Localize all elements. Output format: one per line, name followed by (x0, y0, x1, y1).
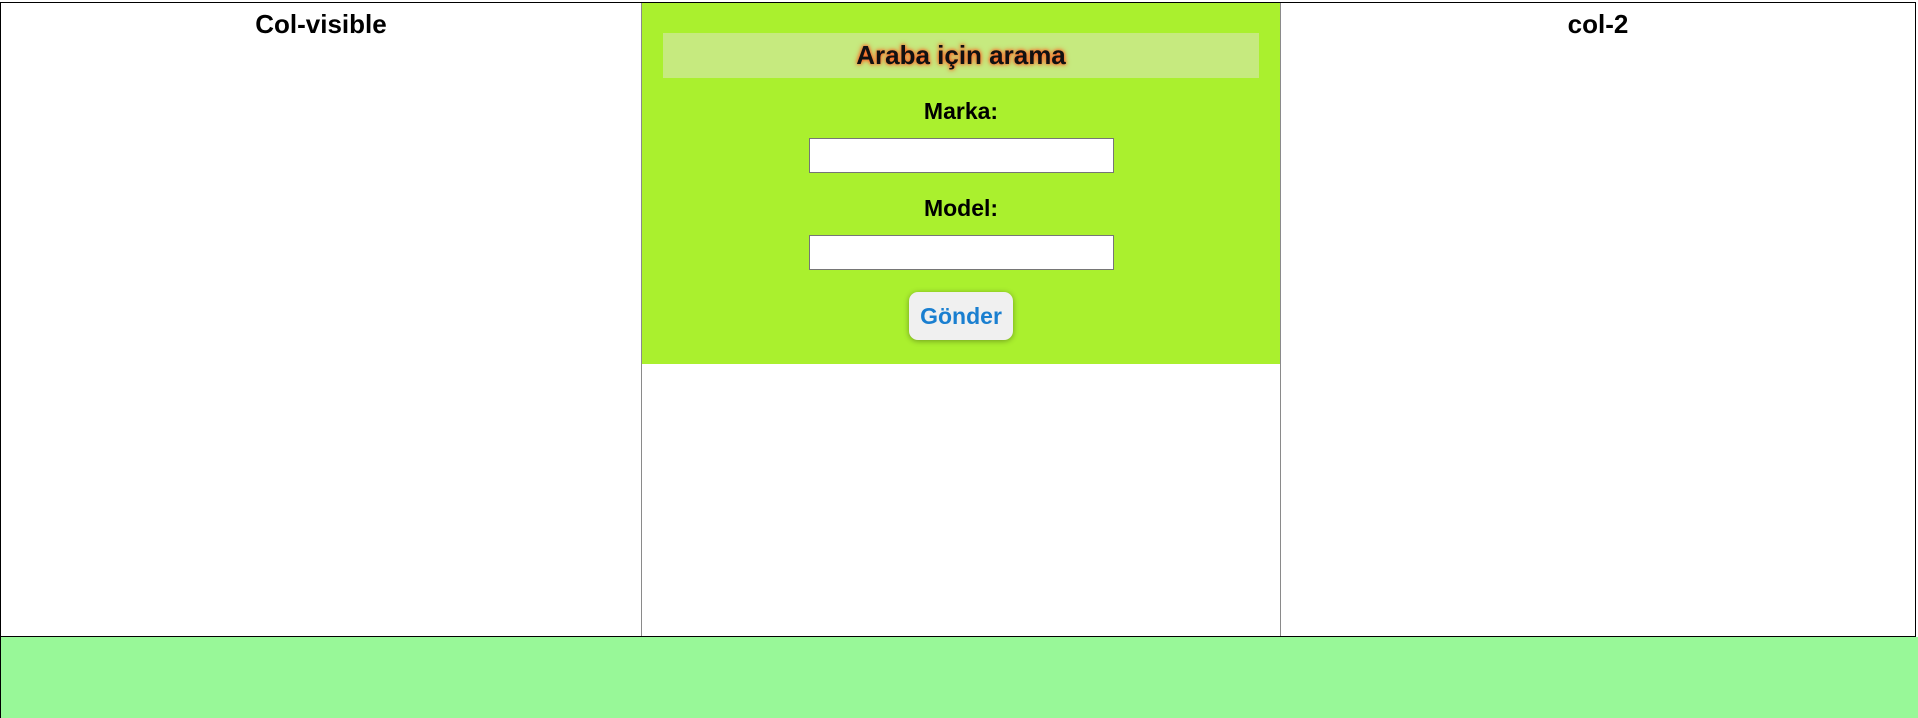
column-middle: Araba için arama Marka: Model: Gönder (641, 3, 1281, 636)
brand-label: Marka: (923, 98, 999, 124)
column-left-title: Col-visible (255, 9, 387, 39)
column-right-title: col-2 (1567, 9, 1629, 39)
submit-button[interactable]: Gönder (909, 292, 1013, 340)
model-label: Model: (923, 195, 999, 221)
page: Col-visible Araba için arama Marka: Mode… (0, 0, 1918, 718)
footer-bar (0, 637, 1918, 718)
column-right: col-2 (1281, 3, 1915, 636)
car-search-form: Araba için arama Marka: Model: Gönder (642, 3, 1280, 364)
column-left: Col-visible (1, 3, 641, 636)
model-input[interactable] (808, 235, 1114, 270)
columns-row: Col-visible Araba için arama Marka: Mode… (0, 2, 1916, 637)
car-search-heading: Araba için arama (663, 33, 1259, 78)
brand-input[interactable] (808, 138, 1114, 173)
